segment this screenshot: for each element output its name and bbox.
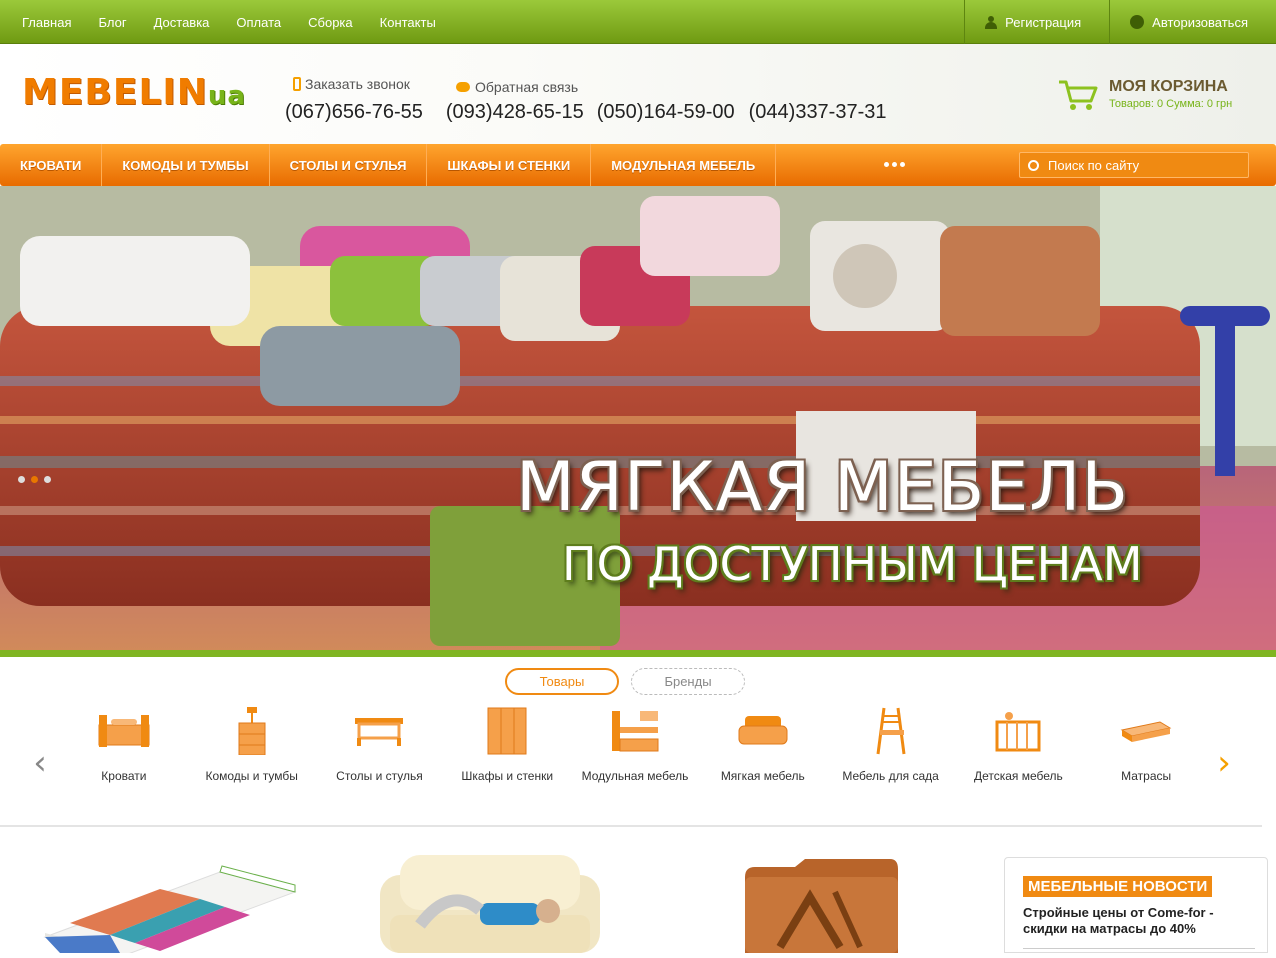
register-link[interactable]: Регистрация (964, 0, 1109, 44)
wardrobe-icon (487, 707, 527, 755)
table-icon (355, 718, 404, 746)
category-modular[interactable]: Модульная мебель (571, 705, 699, 783)
nav-link-payment[interactable]: Оплата (236, 15, 281, 30)
tab-brands[interactable]: Бренды (631, 668, 745, 695)
menu-item-tables[interactable]: СТОЛЫ И СТУЛЬЯ (270, 144, 428, 186)
news-divider (1023, 948, 1255, 949)
crib-icon (995, 712, 1041, 752)
menu-item-beds[interactable]: КРОВАТИ (2, 144, 103, 186)
category-label: Кровати (101, 769, 147, 783)
login-label: Авторизоваться (1152, 14, 1248, 30)
nav-link-delivery[interactable]: Доставка (154, 15, 210, 30)
hero-subtitle: ПО ДОСТУПНЫМ ЦЕНАМ (562, 537, 1143, 591)
hero-title: МЯГКАЯ МЕБЕЛЬ (516, 448, 1130, 527)
logo-suffix: ua (207, 81, 246, 111)
phone-number: (093)428-65-15 (445, 101, 584, 123)
category-dressers[interactable]: Комоды и тумбы (188, 705, 316, 783)
chat-icon (456, 82, 470, 92)
nav-link-assembly[interactable]: Сборка (308, 15, 353, 30)
phone-numbers: (067)656-76-55 (093)428-65-15 (050)164-59-… (285, 101, 910, 124)
news-panel: МЕБЕЛЬНЫЕ НОВОСТИ Стройные цены от Come-… (1004, 857, 1268, 953)
section-divider (0, 825, 1262, 827)
category-label: Мебель для сада (842, 769, 939, 783)
phone-number: (050)164-59-00 (596, 101, 735, 123)
news-heading: МЕБЕЛЬНЫЕ НОВОСТИ (1023, 876, 1213, 897)
callback-label: Заказать звонок (305, 76, 410, 92)
carousel-next-button[interactable]: › (1214, 743, 1234, 783)
top-nav: Главная Блог Доставка Оплата Сборка Конт… (10, 0, 451, 44)
garden-chair-icon (876, 707, 906, 755)
slider-dot[interactable] (44, 476, 51, 483)
cart-summary: Товаров: 0 Сумма: 0 грн (1109, 98, 1233, 110)
callback-link[interactable]: Заказать звонок (293, 76, 410, 92)
account-links: Регистрация Авторизоваться (964, 0, 1276, 44)
category-label: Детская мебель (973, 769, 1063, 783)
promo-furniture-folder-image[interactable] (740, 857, 900, 953)
category-carousel: Кровати Комоды и тумбы Столы и стулья Шк… (60, 705, 1210, 783)
feedback-link[interactable]: Обратная связь (456, 79, 578, 95)
dresser-icon (238, 707, 266, 755)
nav-link-contacts[interactable]: Контакты (380, 15, 436, 30)
user-icon (985, 15, 998, 29)
modular-icon (612, 711, 659, 752)
search-box (1019, 152, 1249, 178)
hero-banner[interactable]: МЯГКАЯ МЕБЕЛЬ ПО ДОСТУПНЫМ ЦЕНАМ (0, 186, 1276, 651)
slider-dots (18, 476, 51, 483)
category-sofas[interactable]: Мягкая мебель (699, 705, 827, 783)
category-label: Комоды и тумбы (205, 769, 298, 783)
menu-item-wardrobes[interactable]: ШКАФЫ И СТЕНКИ (427, 144, 592, 186)
phone-number: (044)337-37-31 (748, 101, 887, 123)
nav-link-home[interactable]: Главная (22, 15, 71, 30)
cart-icon (1059, 80, 1098, 110)
news-item-link[interactable]: Стройные цены от Come-for - скидки на ма… (1023, 905, 1223, 937)
category-garden[interactable]: Мебель для сада (827, 705, 955, 783)
category-tables[interactable]: Столы и стулья (316, 705, 444, 783)
tab-goods[interactable]: Товары (505, 668, 619, 695)
top-bar: Главная Блог Доставка Оплата Сборка Конт… (0, 0, 1276, 44)
login-link[interactable]: Авторизоваться (1109, 0, 1276, 44)
site-header: MEBELINua Заказать звонок Обратная связь… (0, 44, 1276, 144)
catalog-tabs: Товары Бренды (505, 668, 745, 695)
carousel-prev-button[interactable]: ‹ (30, 743, 50, 783)
bed-icon (98, 715, 150, 747)
site-logo[interactable]: MEBELINua (22, 72, 246, 113)
category-label: Модульная мебель (581, 769, 689, 783)
category-label: Мягкая мебель (720, 769, 805, 783)
menu-item-dressers[interactable]: КОМОДЫ И ТУМБЫ (102, 144, 270, 186)
category-kids[interactable]: Детская мебель (954, 705, 1082, 783)
category-beds[interactable]: Кровати (60, 705, 188, 783)
phone-icon (293, 77, 301, 91)
login-icon (1130, 15, 1145, 29)
logo-text: MEBELIN (22, 72, 208, 113)
category-label: Шкафы и стенки (461, 769, 554, 783)
slider-dot-active[interactable] (31, 476, 38, 483)
search-icon[interactable] (1028, 159, 1039, 171)
category-wardrobes[interactable]: Шкафы и стенки (443, 705, 571, 783)
slider-dot[interactable] (18, 476, 25, 483)
menu-items: КРОВАТИ КОМОДЫ И ТУМБЫ СТОЛЫ И СТУЛЬЯ ШК… (2, 144, 777, 186)
cart-title: МОЯ КОРЗИНА (1109, 78, 1228, 95)
nav-link-blog[interactable]: Блог (98, 15, 126, 30)
promo-sofa-image[interactable] (380, 855, 600, 953)
hero-divider (0, 650, 1276, 657)
register-label: Регистрация (1005, 14, 1082, 30)
feedback-label: Обратная связь (475, 79, 579, 95)
cart-widget[interactable]: МОЯ КОРЗИНА Товаров: 0 Сумма: 0 грн (1058, 76, 1258, 116)
category-label: Матрасы (1121, 769, 1172, 783)
more-menu-button[interactable] (884, 162, 905, 167)
promo-mattress-image[interactable] (40, 857, 300, 958)
menu-item-modular[interactable]: МОДУЛЬНАЯ МЕБЕЛЬ (591, 144, 777, 186)
category-label: Столы и стулья (336, 769, 423, 783)
category-mattresses[interactable]: Матрасы (1082, 705, 1210, 783)
sofa-icon (738, 716, 788, 745)
mattress-icon (1120, 721, 1172, 742)
phone-number: (067)656-76-55 (285, 101, 423, 123)
search-input[interactable] (1048, 157, 1238, 173)
